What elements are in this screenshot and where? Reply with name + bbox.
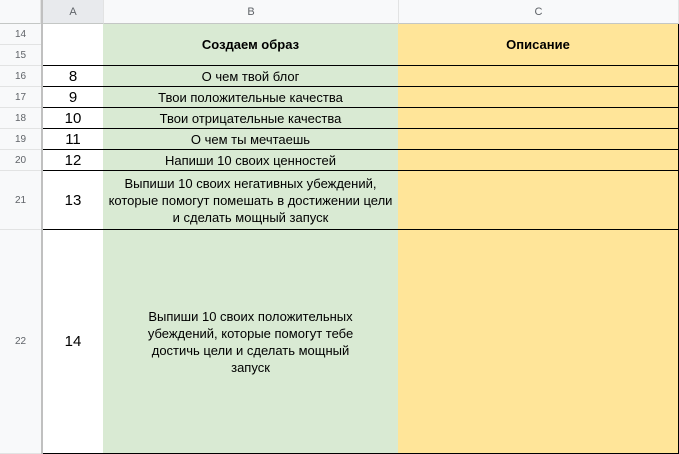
cell-b20[interactable]: Напиши 10 своих ценностей	[103, 150, 399, 171]
row-header-18[interactable]: 18	[0, 108, 41, 129]
row-header-17[interactable]: 17	[0, 87, 41, 108]
row-header-14[interactable]: 14	[0, 24, 41, 45]
cell-b18[interactable]: Твои отрицательные качества	[103, 108, 399, 129]
cell-c18[interactable]	[398, 108, 679, 129]
column-header-a[interactable]: A	[43, 0, 104, 24]
cell-b17[interactable]: Твои положительные качества	[103, 87, 399, 108]
cell-a21[interactable]: 13	[43, 171, 104, 230]
row-header-19[interactable]: 19	[0, 129, 41, 150]
cell-b22[interactable]: Выпиши 10 своих положительных убеждений,…	[103, 230, 399, 454]
row-header-22[interactable]: 22	[0, 230, 41, 454]
cell-c20[interactable]	[398, 150, 679, 171]
cell-a18[interactable]: 10	[43, 108, 104, 129]
cell-a17[interactable]: 9	[43, 87, 104, 108]
row-header-21[interactable]: 21	[0, 171, 41, 230]
cell-a16[interactable]: 8	[43, 66, 104, 87]
row-header-15[interactable]: 15	[0, 45, 41, 66]
column-header-b[interactable]: B	[104, 0, 399, 24]
cell-c21[interactable]	[398, 171, 679, 230]
cell-b21[interactable]: Выпиши 10 своих негативных убеждений, ко…	[103, 171, 399, 230]
cell-c14-header[interactable]: Описание	[398, 24, 679, 66]
cell-c22[interactable]	[398, 230, 679, 454]
cell-c19[interactable]	[398, 129, 679, 150]
cell-c16[interactable]	[398, 66, 679, 87]
select-all-corner[interactable]	[0, 0, 41, 24]
cell-c17[interactable]	[398, 87, 679, 108]
cell-b19[interactable]: О чем ты мечтаешь	[103, 129, 399, 150]
row-header-20[interactable]: 20	[0, 150, 41, 171]
row-header-16[interactable]: 16	[0, 66, 41, 87]
cell-b14-header[interactable]: Создаем образ	[103, 24, 399, 66]
cell-a22[interactable]: 14	[43, 230, 104, 454]
cell-a20[interactable]: 12	[43, 150, 104, 171]
cell-b16[interactable]: О чем твой блог	[103, 66, 399, 87]
cell-a14[interactable]	[43, 24, 104, 66]
cell-a19[interactable]: 11	[43, 129, 104, 150]
column-header-c[interactable]: C	[399, 0, 679, 24]
